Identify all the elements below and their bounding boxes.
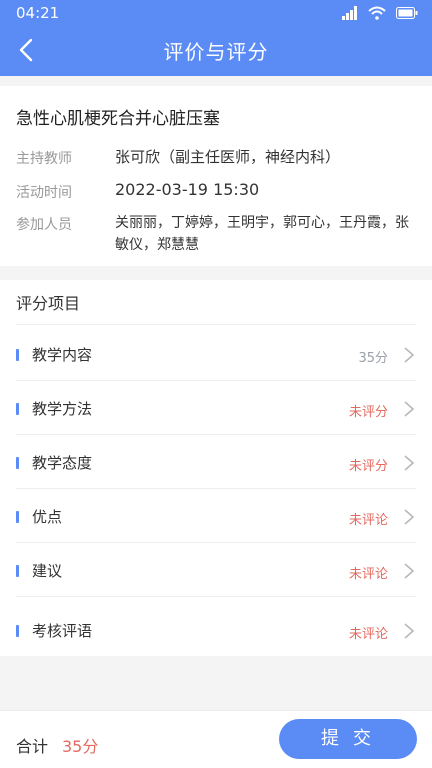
chevron-right-icon <box>404 401 415 417</box>
status-icons <box>342 5 418 21</box>
item-marker <box>16 565 19 577</box>
item-marker <box>16 349 19 361</box>
item-name: 建议 <box>32 562 63 580</box>
item-marker <box>16 511 19 523</box>
info-label: 活动时间 <box>16 185 72 201</box>
item-marker <box>16 625 19 637</box>
score-item-suggestions[interactable]: 建议 未评论 <box>16 545 416 597</box>
item-value: 未评分 <box>348 405 388 420</box>
scoring-header: 评分项目 <box>16 294 81 313</box>
divider <box>16 596 416 597</box>
bottom-bar: 合计 35分 提交 <box>0 710 432 768</box>
score-item-attitude[interactable]: 教学态度 未评分 <box>16 437 416 489</box>
evaluation-screen: 04:21 评价与评分 急性心肌梗死合并心脏压塞 主持教师 张可欣（副主任医师，… <box>0 0 432 768</box>
signal-icon <box>342 6 357 20</box>
activity-info-card: 急性心肌梗死合并心脏压塞 主持教师 张可欣（副主任医师，神经内科） 活动时间 2… <box>0 86 432 266</box>
info-value-time: 2022-03-19 15:30 <box>115 180 260 199</box>
submit-button[interactable]: 提交 <box>279 719 417 759</box>
info-label: 参加人员 <box>16 217 72 233</box>
status-bar: 04:21 <box>0 0 432 26</box>
item-value: 未评分 <box>348 459 388 474</box>
chevron-right-icon <box>404 509 415 525</box>
divider <box>16 542 416 543</box>
item-value: 35分 <box>358 351 388 366</box>
status-time: 04:21 <box>16 4 60 22</box>
activity-title: 急性心肌梗死合并心脏压塞 <box>16 109 220 129</box>
chevron-right-icon <box>404 623 415 639</box>
score-item-content[interactable]: 教学内容 35分 <box>16 329 416 381</box>
score-item-strengths[interactable]: 优点 未评论 <box>16 491 416 543</box>
page-title: 评价与评分 <box>163 40 269 64</box>
item-value: 未评论 <box>348 627 388 642</box>
total-value: 35分 <box>62 737 99 756</box>
info-value-participants: 关丽丽，丁婷婷，王明宇，郭可心，王丹霞，张敏仪，郑慧慧 <box>115 215 409 253</box>
divider <box>16 380 416 381</box>
info-value-teacher: 张可欣（副主任医师，神经内科） <box>115 148 341 166</box>
item-name: 优点 <box>32 508 63 526</box>
wifi-icon <box>368 6 386 20</box>
item-marker <box>16 457 19 469</box>
item-value: 未评论 <box>348 567 388 582</box>
item-marker <box>16 403 19 415</box>
total-label: 合计 <box>16 737 49 756</box>
nav-bar: 评价与评分 <box>0 26 432 74</box>
item-name: 教学态度 <box>32 454 93 472</box>
item-name: 教学内容 <box>32 346 93 364</box>
divider <box>16 434 416 435</box>
score-item-assessment-comment[interactable]: 考核评语 未评论 <box>16 605 416 657</box>
item-name: 考核评语 <box>32 622 93 640</box>
battery-icon <box>396 7 418 19</box>
item-name: 教学方法 <box>32 400 93 418</box>
chevron-right-icon <box>404 563 415 579</box>
info-label: 主持教师 <box>16 151 72 167</box>
divider <box>16 488 416 489</box>
chevron-right-icon <box>404 347 415 363</box>
divider <box>16 324 416 325</box>
chevron-right-icon <box>404 455 415 471</box>
score-item-method[interactable]: 教学方法 未评分 <box>16 383 416 435</box>
scoring-section: 评分项目 教学内容 35分 教学方法 未评分 教学态度 未评分 优点 未评论 建… <box>0 280 432 656</box>
item-value: 未评论 <box>348 513 388 528</box>
top-bar: 04:21 评价与评分 <box>0 0 432 76</box>
